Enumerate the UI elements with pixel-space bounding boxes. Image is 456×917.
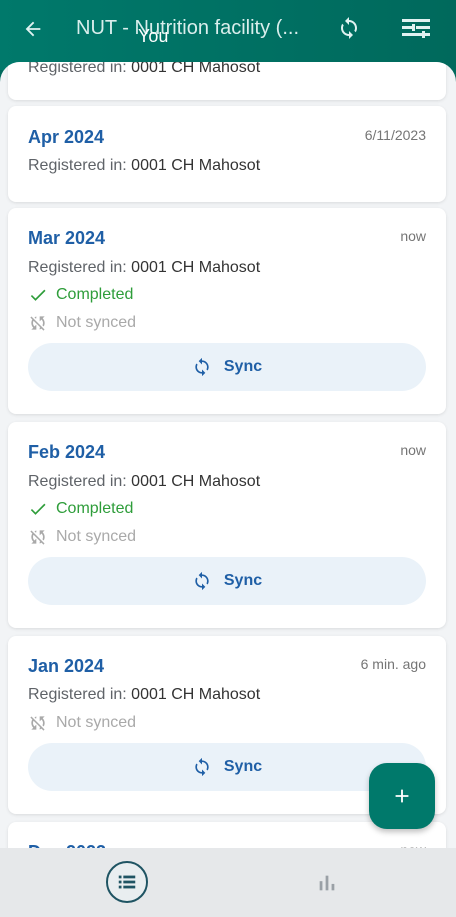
event-time: 6/11/2023 (364, 127, 426, 143)
event-time: now (400, 228, 426, 244)
sync-button[interactable]: Sync (28, 743, 426, 791)
check-icon (30, 289, 46, 301)
sync-disabled-icon (30, 530, 45, 545)
event-period: Mar 2024 (28, 228, 106, 248)
sync-status: Not synced (28, 713, 136, 733)
completed-status: Completed (28, 499, 133, 519)
sync-all-button[interactable] (336, 15, 362, 41)
add-icon (395, 789, 409, 803)
sync-button[interactable]: Sync (28, 343, 426, 391)
bottom-navigation (0, 848, 456, 917)
completed-status: Completed (28, 285, 133, 305)
nav-list-button[interactable] (106, 861, 148, 903)
event-time: now (400, 442, 426, 458)
bar-chart-icon (319, 875, 335, 891)
event-card[interactable]: Feb 2024 now Registered in: 0001 CH Maho… (8, 422, 446, 628)
overlay-label: You (138, 26, 169, 46)
registered-in: Registered in: 0001 CH Mahosot (28, 473, 261, 490)
sync-disabled-icon (30, 316, 45, 331)
sync-icon (195, 571, 209, 591)
sync-icon (195, 757, 209, 777)
arrow-back-icon (25, 21, 41, 37)
event-period: Apr 2024 (28, 127, 105, 147)
event-card[interactable]: Apr 2024 6/11/2023 Registered in: 0001 C… (8, 106, 446, 202)
sync-button[interactable]: Sync (28, 557, 426, 605)
nav-chart-button[interactable] (314, 870, 340, 896)
sync-disabled-icon (30, 716, 45, 731)
filter-icon (402, 19, 430, 38)
add-event-button[interactable] (369, 763, 435, 829)
event-card[interactable]: Registered in: 0001 CH Mahosot (8, 62, 446, 100)
sync-icon (341, 17, 357, 39)
sync-icon (195, 357, 209, 377)
filter-button[interactable] (400, 15, 432, 43)
registered-in: Registered in: 0001 CH Mahosot (28, 259, 261, 276)
sync-status: Not synced (28, 313, 136, 333)
list-icon (118, 875, 136, 889)
event-period: Feb 2024 (28, 442, 106, 462)
sync-status: Not synced (28, 527, 136, 547)
back-button[interactable] (20, 16, 46, 42)
registered-in: Registered in: 0001 CH Mahosot (28, 157, 261, 174)
registered-in: Registered in: 0001 CH Mahosot (28, 686, 261, 703)
page-title: NUT - Nutrition facility (... (76, 17, 299, 39)
event-period: Jan 2024 (28, 656, 105, 676)
event-card[interactable]: Mar 2024 now Registered in: 0001 CH Maho… (8, 208, 446, 414)
top-app-bar: NUT - Nutrition facility (... You (0, 0, 456, 70)
check-icon (30, 503, 46, 515)
registered-in: Registered in: 0001 CH Mahosot (28, 62, 261, 76)
event-time: 6 min. ago (360, 656, 426, 672)
